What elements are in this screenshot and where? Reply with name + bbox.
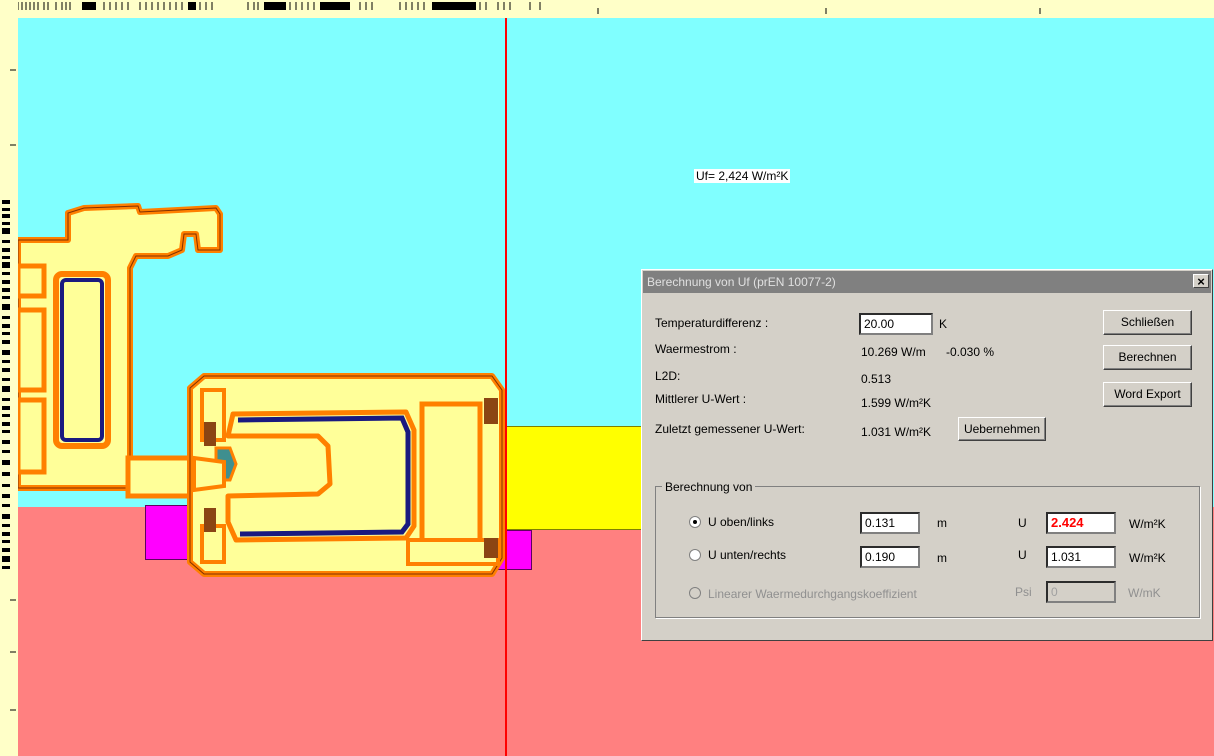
left-ruler — [0, 0, 18, 756]
psi-label: Psi — [1015, 585, 1032, 599]
lower-right-u-label: U — [1018, 548, 1027, 562]
last-u-value: 1.031 W/m²K — [861, 425, 932, 439]
heat-flow-percent: -0.030 % — [946, 345, 995, 359]
radio-lower-right[interactable] — [689, 549, 701, 561]
section-cut-line[interactable] — [505, 18, 507, 756]
calculate-button[interactable]: Berechnen — [1103, 345, 1192, 370]
apply-button[interactable]: Uebernehmen — [958, 417, 1046, 441]
lower-right-length-input[interactable]: 0.190 — [860, 546, 920, 568]
heat-flow-label: Waermestrom : — [655, 342, 737, 356]
last-u-label: Zuletzt gemessener U-Wert: — [655, 422, 805, 436]
mean-u-label: Mittlerer U-Wert : — [655, 392, 747, 406]
temperature-diff-label: Temperaturdifferenz : — [655, 316, 769, 330]
lower-right-u-value[interactable]: 1.031 — [1046, 546, 1116, 568]
lower-right-length-unit: m — [937, 551, 947, 565]
lower-right-u-unit: W/m²K — [1129, 551, 1166, 565]
psi-unit: W/mK — [1128, 586, 1161, 600]
temperature-diff-unit: K — [939, 317, 948, 331]
word-export-button[interactable]: Word Export — [1103, 382, 1192, 407]
upper-left-length-input[interactable]: 0.131 — [860, 512, 920, 534]
radio-linear-coefficient[interactable] — [689, 587, 701, 599]
upper-left-u-unit: W/m²K — [1129, 517, 1166, 531]
option-linear-coefficient-label: Linearer Waermedurchgangskoeffizient — [708, 587, 917, 601]
upper-left-length-unit: m — [937, 516, 947, 530]
upper-left-u-value[interactable]: 2.424 — [1046, 512, 1116, 534]
uf-result-label: Uf= 2,424 W/m²K — [694, 169, 791, 183]
dialog-titlebar[interactable]: Berechnung von Uf (prEN 10077-2) × — [643, 271, 1211, 293]
mean-u-value: 1.599 W/m²K — [861, 396, 932, 410]
option-upper-left-label: U oben/links — [708, 515, 775, 529]
upper-left-u-label: U — [1018, 516, 1027, 530]
close-button[interactable]: Schließen — [1103, 310, 1192, 335]
psi-value-input[interactable]: 0 — [1046, 581, 1116, 603]
top-ruler — [0, 0, 1214, 18]
radio-upper-left[interactable] — [689, 516, 701, 528]
l2d-label: L2D: — [655, 369, 681, 383]
l2d-value: 0.513 — [861, 372, 892, 386]
group-label: Berechnung von — [662, 480, 756, 494]
window-frame-profile — [18, 203, 505, 577]
temperature-diff-input[interactable]: 20.00 — [859, 313, 933, 335]
close-icon[interactable]: × — [1193, 274, 1209, 289]
dialog-title: Berechnung von Uf (prEN 10077-2) — [647, 275, 836, 289]
uf-calculation-dialog: Berechnung von Uf (prEN 10077-2) × Tempe… — [641, 269, 1213, 641]
option-lower-right-label: U unten/rechts — [708, 548, 787, 562]
heat-flow-value: 10.269 W/m — [861, 345, 926, 359]
